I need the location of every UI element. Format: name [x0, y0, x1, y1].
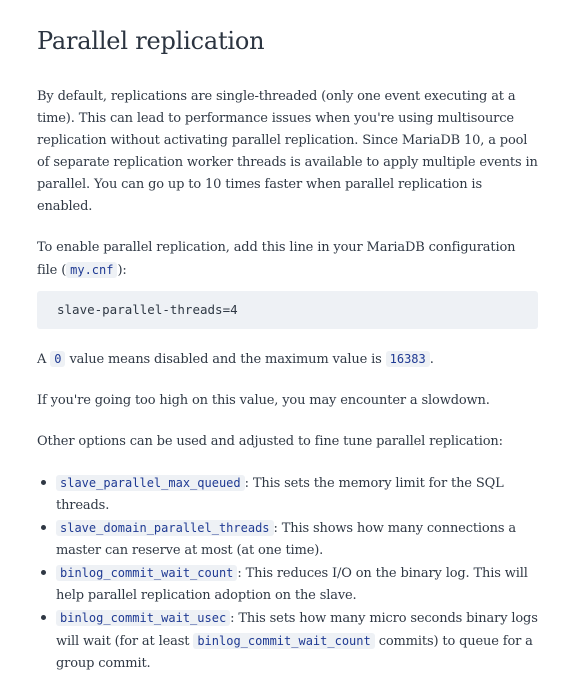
option-code: binlog_commit_wait_count	[56, 565, 238, 581]
bullet-icon	[41, 570, 46, 575]
config-file-code: my.cnf	[66, 262, 118, 278]
bullet-icon	[41, 615, 46, 620]
slowdown-paragraph: If you're going too high on this value, …	[37, 393, 490, 408]
options-list: slave_parallel_max_queued: This sets the…	[37, 472, 538, 675]
max-value-code: 16383	[385, 351, 430, 367]
list-item: slave_domain_parallel_threads: This show…	[41, 517, 538, 562]
zero-note-middle: value means disabled and the maximum val…	[65, 352, 386, 367]
enable-text-after: ):	[117, 263, 127, 278]
config-code-block: slave-parallel-threads=4	[37, 291, 538, 329]
list-item: binlog_commit_wait_usec: This sets how m…	[41, 607, 538, 675]
option-code: binlog_commit_wait_usec	[56, 610, 231, 626]
list-item: binlog_commit_wait_count: This reduces I…	[41, 562, 538, 607]
other-options-paragraph: Other options can be used and adjusted t…	[37, 434, 503, 449]
zero-note-prefix: A	[37, 352, 51, 367]
bullet-icon	[41, 525, 46, 530]
enable-paragraph: To enable parallel replication, add this…	[37, 237, 538, 282]
document-page: Parallel replication By default, replica…	[0, 0, 576, 681]
zero-note-suffix: .	[429, 352, 434, 367]
section-heading: Parallel replication	[37, 27, 265, 55]
option-reference-code: binlog_commit_wait_count	[193, 633, 375, 649]
option-code: slave_domain_parallel_threads	[56, 520, 274, 536]
zero-value-code: 0	[50, 351, 66, 367]
bullet-icon	[41, 480, 46, 485]
list-item: slave_parallel_max_queued: This sets the…	[41, 472, 538, 517]
zero-value-paragraph: A 0 value means disabled and the maximum…	[37, 348, 538, 371]
option-code: slave_parallel_max_queued	[56, 475, 245, 491]
intro-paragraph: By default, replications are single-thre…	[37, 89, 538, 214]
